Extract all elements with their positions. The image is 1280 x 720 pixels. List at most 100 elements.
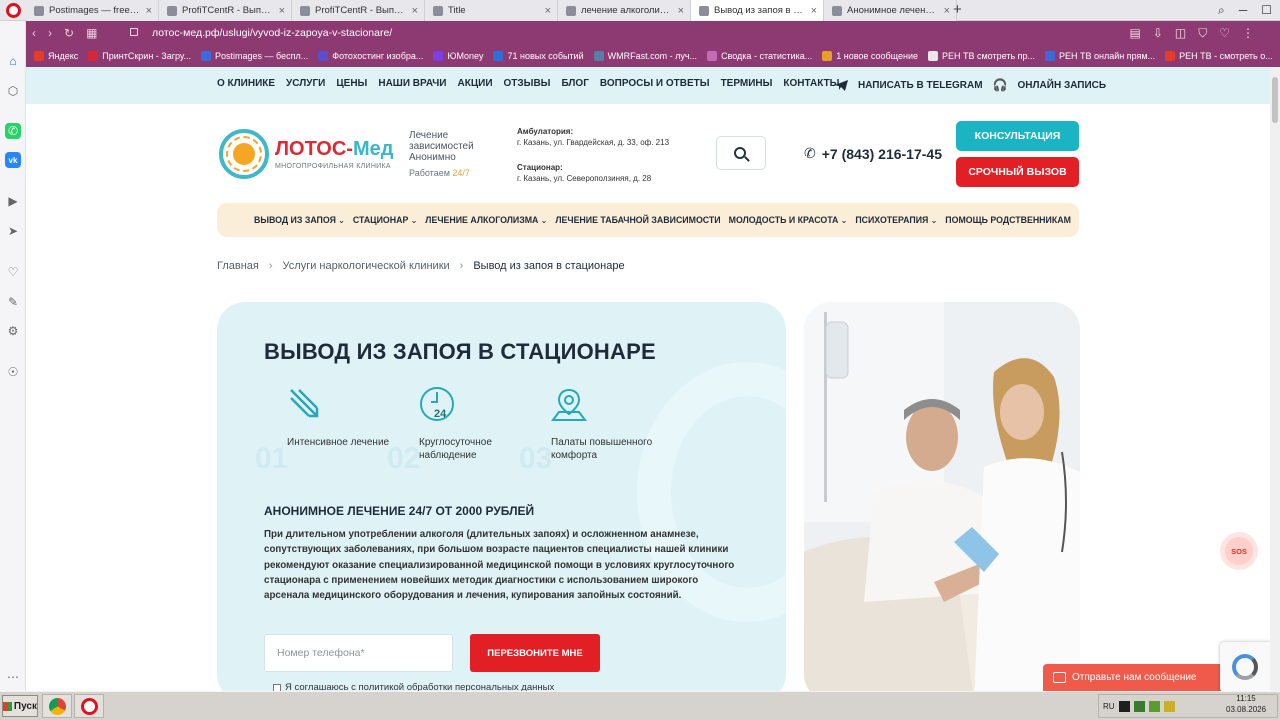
online-booking-link[interactable]: ОНЛАЙН ЗАПИСЬ: [1018, 80, 1107, 91]
topnav-link[interactable]: НАШИ ВРАЧИ: [378, 78, 446, 89]
snapshot-icon[interactable]: ◫: [1175, 25, 1186, 41]
main-menu-item[interactable]: СТАЦИОНАР ⌄: [353, 215, 421, 225]
more-icon[interactable]: ⋯: [5, 669, 21, 685]
reload-icon[interactable]: ↻: [64, 25, 74, 41]
bookmark-item[interactable]: ПринтСкрин - Загру...: [88, 51, 191, 61]
menu-icon[interactable]: ⋮: [1242, 25, 1254, 41]
bookmark-item[interactable]: РЕН ТВ смотреть пр...: [927, 51, 1035, 61]
download-icon[interactable]: ⇩: [1153, 25, 1163, 41]
tray-app-icon[interactable]: [1148, 700, 1160, 712]
main-menu-item[interactable]: ЛЕЧЕНИЕ ТАБАЧНОЙ ЗАВИСИМОСТИ: [555, 215, 724, 225]
edit-icon[interactable]: ✎: [5, 294, 21, 310]
speed-dial-icon[interactable]: ⌂: [5, 53, 21, 69]
bookmark-item[interactable]: РЕН ТВ - смотреть о...: [1165, 51, 1273, 61]
bookmark-item[interactable]: Фотохостинг изобра...: [318, 51, 423, 61]
clinic-logo[interactable]: [219, 129, 269, 179]
chat-widget[interactable]: Отправьте нам сообщение: [1043, 664, 1242, 691]
browser-tab[interactable]: Анонимное лечение алкого ×: [824, 0, 957, 21]
start-button[interactable]: Пуск: [2, 695, 38, 717]
bookmark-item[interactable]: Яндекс: [34, 51, 78, 61]
consultation-button[interactable]: КОНСУЛЬТАЦИЯ: [956, 121, 1079, 151]
main-menu-item[interactable]: ЛЕЧЕНИЕ АЛКОГОЛИЗМА ⌄: [425, 215, 551, 225]
callback-button[interactable]: ПЕРЕЗВОНИТЕ МНЕ: [470, 634, 600, 672]
main-menu-item[interactable]: ПОМОЩЬ РОДСТВЕННИКАМ: [945, 215, 1075, 225]
works-prefix: Работаем: [409, 168, 453, 178]
send-icon[interactable]: ➤: [5, 223, 21, 239]
vpn-icon[interactable]: ⛉: [1198, 25, 1207, 41]
browser-tab[interactable]: Postimages — free image ho ×: [26, 0, 159, 21]
search-button[interactable]: [716, 136, 766, 170]
sos-button[interactable]: SOS: [1220, 532, 1258, 570]
topnav-link[interactable]: ТЕРМИНЫ: [721, 78, 773, 89]
taskbar-chrome[interactable]: [42, 694, 72, 718]
consent-checkbox-row[interactable]: Я соглашаюсь с политикой обработки персо…: [273, 682, 554, 691]
topnav-link[interactable]: ЦЕНЫ: [336, 78, 367, 89]
url-field[interactable]: лотос-мед.рф/uslugi/vyvod-iz-zapoya-v-st…: [152, 26, 392, 40]
reader-icon[interactable]: ▤: [1129, 25, 1140, 41]
main-menu-item[interactable]: МОЛОДОСТЬ И КРАСОТА ⌄: [729, 215, 852, 225]
tips-icon[interactable]: ☉: [5, 364, 21, 380]
topnav-link[interactable]: ОТЗЫВЫ: [504, 78, 551, 89]
close-tab-icon[interactable]: ×: [811, 5, 817, 17]
back-icon[interactable]: ‹: [32, 25, 36, 41]
bookmark-item[interactable]: ЮMoney: [433, 51, 483, 61]
maximize-button[interactable]: ☐: [1261, 2, 1272, 18]
browser-tab[interactable]: Title ×: [425, 0, 558, 21]
consent-checkbox[interactable]: [273, 683, 281, 691]
heart-icon[interactable]: ♡: [1219, 25, 1230, 41]
browser-tab[interactable]: лечение алкоголизма — Ян ×: [558, 0, 691, 21]
bookmark-item[interactable]: Сводка - статистика...: [707, 51, 812, 61]
vk-icon[interactable]: vk: [5, 152, 21, 168]
browser-tab[interactable]: ProfiTCentR - Выполнение з ×: [292, 0, 425, 21]
close-tab-icon[interactable]: ×: [545, 5, 551, 17]
close-tab-icon[interactable]: ×: [678, 5, 684, 17]
browser-tab[interactable]: Вывод из запоя в стациона ×: [691, 0, 824, 21]
phone-number[interactable]: +7 (843) 216-17-45: [822, 146, 942, 162]
topnav-link[interactable]: БЛОГ: [561, 78, 588, 89]
topnav-link[interactable]: КОНТАКТЫ: [783, 78, 839, 89]
forward-icon[interactable]: ›: [48, 25, 52, 41]
phone-input[interactable]: Номер телефона*: [264, 634, 453, 672]
clock[interactable]: 11:15 03.08.2026: [1226, 693, 1266, 715]
breadcrumb-home[interactable]: Главная: [217, 260, 259, 272]
close-tab-icon[interactable]: ×: [944, 5, 950, 17]
browser-tab[interactable]: ProfiTCentR - Выполнение з ×: [159, 0, 292, 21]
bookmark-item[interactable]: WMRFast.com - луч...: [593, 51, 697, 61]
aria-icon[interactable]: ⬡: [5, 83, 21, 99]
bookmarks-icon[interactable]: ♡: [5, 264, 21, 280]
player-icon[interactable]: ▶: [5, 193, 21, 209]
telegram-link[interactable]: НАПИСАТЬ В TELEGRAM: [858, 80, 983, 91]
close-tab-icon[interactable]: ×: [412, 5, 418, 17]
search-tabs-icon[interactable]: ⌕: [1218, 2, 1225, 18]
close-tab-icon[interactable]: ×: [279, 5, 285, 17]
tray-app-icon[interactable]: [1118, 700, 1130, 712]
tabs-grid-icon[interactable]: ▦: [86, 25, 97, 41]
phone-block[interactable]: ✆ +7 (843) 216-17-45: [804, 145, 942, 162]
settings-icon[interactable]: ⚙: [5, 323, 21, 339]
bookmark-item[interactable]: Postimages — беспл...: [201, 51, 308, 61]
bookmark-item[interactable]: 71 новых событий: [493, 51, 584, 61]
taskbar-opera[interactable]: [74, 694, 104, 718]
bookmark-item[interactable]: 1 новое сообщение: [822, 51, 918, 61]
minimize-button[interactable]: ─: [1239, 2, 1248, 18]
new-tab-button[interactable]: +: [953, 1, 962, 19]
main-menu-item[interactable]: ПСИХОТЕРАПИЯ ⌄: [855, 215, 941, 225]
recaptcha-badge[interactable]: [1220, 642, 1270, 691]
topnav-link[interactable]: УСЛУГИ: [286, 78, 325, 89]
whatsapp-icon[interactable]: ✆: [5, 123, 21, 139]
scrollbar-thumb[interactable]: [1272, 77, 1278, 123]
main-menu-item[interactable]: ВЫВОД ИЗ ЗАПОЯ ⌄: [254, 215, 349, 225]
topnav-link[interactable]: АКЦИИ: [458, 78, 493, 89]
breadcrumb-services[interactable]: Услуги наркологической клиники: [283, 260, 450, 272]
topnav-link[interactable]: О КЛИНИКЕ: [217, 78, 275, 89]
brand-name[interactable]: ЛОТОС-Мед: [275, 138, 393, 161]
opera-logo-icon[interactable]: [6, 3, 21, 18]
language-indicator[interactable]: RU: [1103, 702, 1115, 711]
bookmark-item[interactable]: РЕН ТВ онлайн прям...: [1045, 51, 1155, 61]
urgent-call-button[interactable]: СРОЧНЫЙ ВЫЗОВ: [956, 157, 1079, 187]
page-scrollbar[interactable]: [1270, 67, 1280, 691]
tray-app-icon[interactable]: [1163, 700, 1175, 712]
close-tab-icon[interactable]: ×: [146, 5, 152, 17]
topnav-link[interactable]: ВОПРОСЫ И ОТВЕТЫ: [600, 78, 710, 89]
tray-app-icon[interactable]: [1133, 700, 1145, 712]
